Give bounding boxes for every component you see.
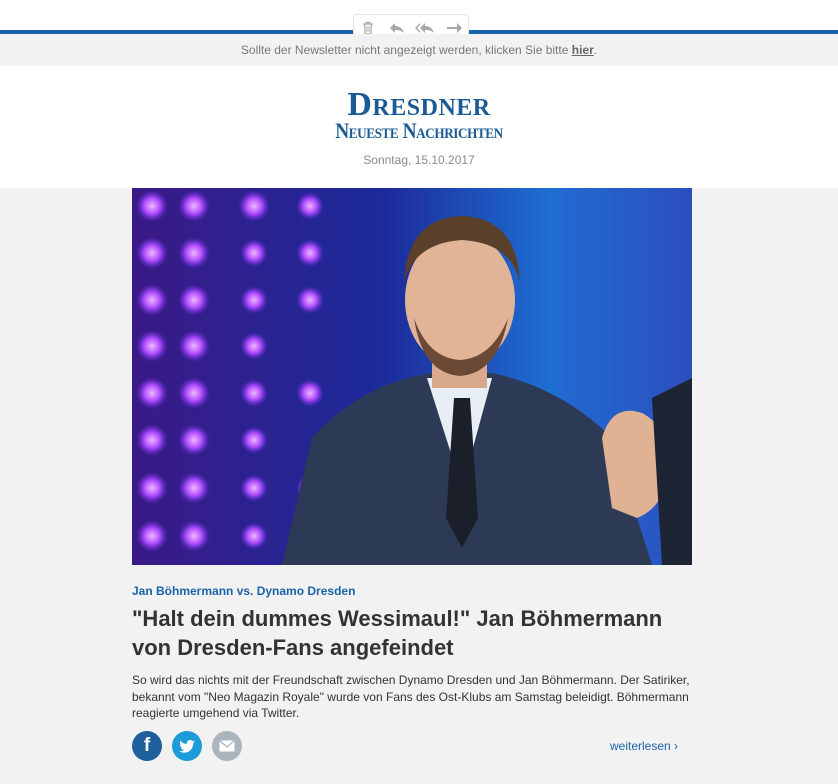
notice-link[interactable]: hier <box>572 43 594 57</box>
newsletter-header: Dresdner Neueste Nachrichten Sonntag, 15… <box>0 66 838 188</box>
article-teaser: So wird das nichts mit der Freundschaft … <box>132 673 690 720</box>
issue-date: Sonntag, 15.10.2017 <box>363 153 475 167</box>
twitter-icon <box>179 739 195 753</box>
mail-share-button[interactable] <box>212 731 242 761</box>
facebook-share-button[interactable]: f <box>132 731 162 761</box>
article-hero-image[interactable] <box>132 188 692 565</box>
facebook-icon: f <box>143 735 151 756</box>
logo-line-2[interactable]: Neueste Nachrichten <box>50 118 787 144</box>
share-buttons: f <box>132 731 242 761</box>
read-more-link[interactable]: weiterlesen › <box>610 739 678 753</box>
notice-suffix: . <box>593 43 598 57</box>
article-kicker[interactable]: Jan Böhmermann vs. Dynamo Dresden <box>132 584 355 598</box>
newsletter-notice: Sollte der Newsletter nicht angezeigt we… <box>0 34 838 66</box>
mail-icon <box>219 740 235 752</box>
article-headline[interactable]: "Halt dein dummes Wessimaul!" Jan Böhmer… <box>132 604 692 662</box>
notice-text: Sollte der Newsletter nicht angezeigt we… <box>240 43 572 57</box>
twitter-share-button[interactable] <box>172 731 202 761</box>
